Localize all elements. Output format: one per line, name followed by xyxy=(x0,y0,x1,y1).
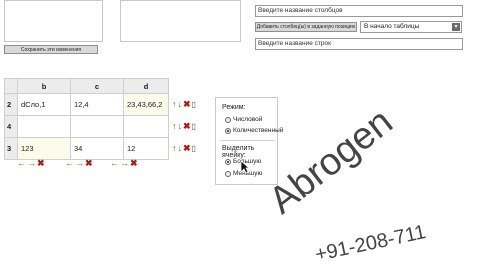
column-actions-d: ←→✖ xyxy=(110,158,139,168)
row-number: 4 xyxy=(4,115,18,138)
delete-icon[interactable]: ✖ xyxy=(183,143,191,153)
table-cell[interactable]: dСло,1 xyxy=(17,93,71,116)
table-cell[interactable]: 123 xyxy=(17,137,71,160)
radio-larger[interactable] xyxy=(225,159,231,165)
table-cell[interactable] xyxy=(17,115,71,138)
document-icon[interactable]: ▯ xyxy=(192,144,196,154)
row-name-input[interactable]: Введите название строк xyxy=(255,38,463,50)
textarea-left[interactable] xyxy=(4,0,103,42)
row-number: 3 xyxy=(4,137,18,160)
move-down-icon[interactable]: ↓ xyxy=(178,121,183,131)
move-right-icon[interactable]: → xyxy=(27,158,36,168)
table-cell[interactable] xyxy=(123,115,169,138)
chevron-down-icon[interactable]: ▾ xyxy=(452,23,460,31)
delete-icon[interactable]: ✖ xyxy=(85,158,93,168)
panel-divider xyxy=(220,140,275,141)
table-header-row: b c d xyxy=(4,78,219,94)
move-up-icon[interactable]: ↑ xyxy=(172,143,177,153)
delete-icon[interactable]: ✖ xyxy=(183,121,191,131)
column-actions-b: ←→✖ xyxy=(17,158,46,168)
column-name-input[interactable]: Введите название столбцов xyxy=(255,5,463,17)
table-cell[interactable]: 12,4 xyxy=(70,93,124,116)
move-down-icon[interactable]: ↓ xyxy=(178,99,183,109)
move-right-icon[interactable]: → xyxy=(120,158,129,168)
delete-icon[interactable]: ✖ xyxy=(37,158,45,168)
move-left-icon[interactable]: ← xyxy=(65,158,74,168)
table-cell[interactable]: 34 xyxy=(70,137,124,160)
table-cell[interactable]: 12 xyxy=(123,137,169,160)
mouse-cursor-icon xyxy=(240,160,250,174)
column-header: c xyxy=(70,78,124,94)
move-up-icon[interactable]: ↑ xyxy=(172,99,177,109)
table-row: 2 dСло,1 12,4 23,43,66,2 ↑↓✖▯ xyxy=(4,93,219,116)
table-cell[interactable] xyxy=(70,115,124,138)
row-actions: ↑↓✖▯ xyxy=(169,116,219,138)
move-left-icon[interactable]: ← xyxy=(110,158,119,168)
add-column-button[interactable]: Добавить столбец(ы) в заданную позицию xyxy=(255,22,357,32)
radio-numeric-label: Числовой xyxy=(233,116,263,123)
row-number: 2 xyxy=(4,93,18,116)
table-row: 3 123 34 12 ↑↓✖▯ xyxy=(4,137,219,160)
delete-icon[interactable]: ✖ xyxy=(183,99,191,109)
move-up-icon[interactable]: ↑ xyxy=(172,121,177,131)
header-spacer xyxy=(168,78,219,94)
position-select[interactable]: В начало таблицы ▾ xyxy=(360,21,462,33)
delete-icon[interactable]: ✖ xyxy=(130,158,138,168)
document-icon[interactable]: ▯ xyxy=(192,100,196,110)
row-actions: ↑↓✖▯ xyxy=(169,94,219,116)
watermark-name: Abrogen xyxy=(261,100,401,223)
position-select-value: В начало таблицы xyxy=(364,23,420,30)
radio-quantitative-label: Количественный xyxy=(233,127,284,134)
move-down-icon[interactable]: ↓ xyxy=(178,143,183,153)
mode-title: Режим: xyxy=(222,104,246,111)
save-changes-button[interactable]: Сохранить эти изменения xyxy=(4,45,98,54)
move-left-icon[interactable]: ← xyxy=(17,158,26,168)
highlight-title: Выделить ячейку: xyxy=(222,145,255,159)
document-icon[interactable]: ▯ xyxy=(192,122,196,132)
table-row: 4 ↑↓✖▯ xyxy=(4,115,219,138)
data-table: b c d 2 dСло,1 12,4 23,43,66,2 ↑↓✖▯ 4 ↑↓… xyxy=(4,78,219,160)
move-right-icon[interactable]: → xyxy=(75,158,84,168)
textarea-right[interactable] xyxy=(120,0,241,42)
table-cell[interactable]: 23,43,66,2 xyxy=(123,93,169,116)
header-corner xyxy=(4,78,18,94)
column-header: b xyxy=(17,78,71,94)
radio-numeric[interactable] xyxy=(225,117,231,123)
radio-smaller[interactable] xyxy=(225,171,231,177)
row-actions: ↑↓✖▯ xyxy=(169,138,219,160)
radio-quantitative[interactable] xyxy=(225,128,231,134)
column-actions-c: ←→✖ xyxy=(65,158,94,168)
watermark-phone: +91-208-711 xyxy=(313,221,428,267)
column-header: d xyxy=(123,78,169,94)
